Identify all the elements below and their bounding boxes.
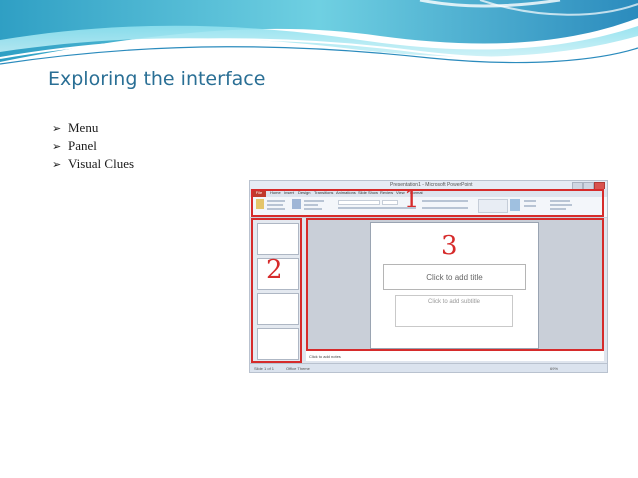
arrow-bullet-icon: ➢: [52, 158, 62, 171]
arrow-bullet-icon: ➢: [52, 140, 62, 153]
callout-number-1: 1: [404, 185, 420, 213]
window-title: Presentation1 - Microsoft PowerPoint: [390, 182, 473, 188]
powerpoint-screenshot: Presentation1 - Microsoft PowerPoint Hom…: [249, 180, 608, 373]
bullet-text: Menu: [68, 120, 99, 135]
list-item: ➢ Panel: [52, 137, 134, 155]
callout-box-menu: [251, 189, 604, 217]
notes-pane: Click to add notes: [306, 350, 604, 361]
arrow-bullet-icon: ➢: [52, 122, 62, 135]
bullet-text: Visual Clues: [68, 156, 135, 171]
list-item: ➢ Menu: [52, 119, 134, 137]
status-slide-count: Slide 1 of 1: [254, 366, 275, 371]
bullet-text: Panel: [68, 138, 97, 153]
bullet-list: ➢ Menu ➢ Panel ➢ Visual Clues: [52, 119, 134, 173]
status-theme: Office Theme: [286, 366, 310, 371]
zoom-level: 69%: [550, 366, 559, 371]
callout-box-panel: [251, 218, 302, 363]
list-item: ➢ Visual Clues: [52, 155, 134, 173]
callout-number-3: 3: [441, 231, 458, 261]
callout-number-2: 2: [266, 255, 283, 285]
status-bar: Slide 1 of 1 Office Theme 69%: [250, 363, 607, 372]
slide-title: Exploring the interface: [48, 68, 266, 90]
